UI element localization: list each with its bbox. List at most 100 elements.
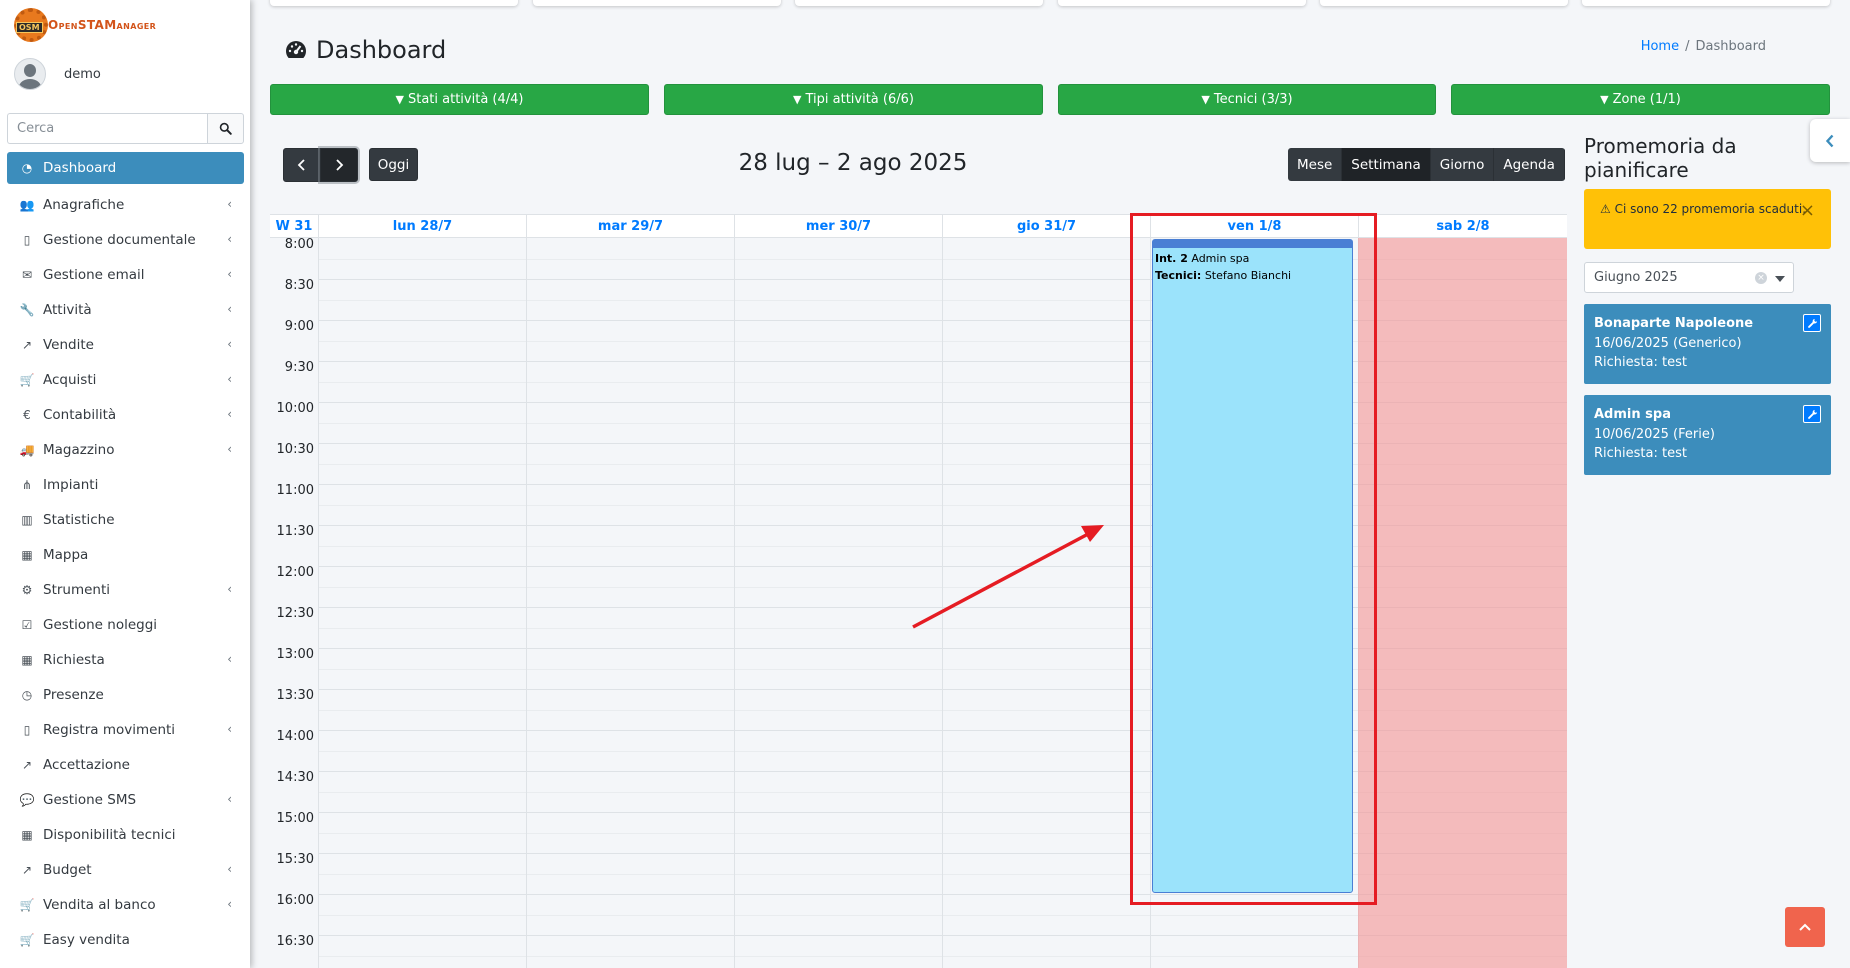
chevron-left-icon: ‹ bbox=[227, 302, 232, 316]
sidebar-item-label: Accettazione bbox=[43, 756, 130, 773]
sidebar-item-anagrafiche[interactable]: 👥 Anagrafiche ‹ bbox=[7, 187, 244, 222]
control-sidebar-toggle[interactable] bbox=[1810, 119, 1850, 162]
wrench-icon[interactable] bbox=[1803, 314, 1821, 332]
chevron-left-icon: ‹ bbox=[227, 232, 232, 246]
envelope-icon: ✉ bbox=[21, 267, 33, 282]
map-icon: ▦ bbox=[21, 547, 33, 562]
sidebar-item-label: Presenze bbox=[43, 686, 104, 703]
cart-icon: 🛒 bbox=[19, 897, 35, 912]
external-link-icon: ↗ bbox=[21, 757, 33, 772]
calendar-check-icon: ☑ bbox=[21, 617, 33, 632]
comment-icon: 💬 bbox=[19, 792, 35, 807]
reminder-card[interactable]: Admin spa 10/06/2025 (Ferie) Richiesta: … bbox=[1584, 395, 1831, 475]
sidebar-item-gestione-documentale[interactable]: ▯ Gestione documentale ‹ bbox=[7, 222, 244, 257]
sitemap-icon: ⋔ bbox=[21, 477, 33, 492]
sidebar-item-gestione-sms[interactable]: 💬 Gestione SMS ‹ bbox=[7, 782, 244, 817]
sidebar-item-accettazione[interactable]: ↗ Accettazione bbox=[7, 747, 244, 782]
sidebar-item-dashboard[interactable]: ◔ Dashboard bbox=[7, 152, 244, 184]
sidebar-item-budget[interactable]: ↗ Budget ‹ bbox=[7, 852, 244, 887]
reminders-title: Promemoria da pianificare bbox=[1584, 134, 1737, 182]
chevron-left-icon: ‹ bbox=[227, 267, 232, 281]
sidebar-item-strumenti[interactable]: ⚙ Strumenti ‹ bbox=[7, 572, 244, 607]
clock-icon: ◷ bbox=[21, 687, 33, 702]
sidebar-item-gestione-noleggi[interactable]: ☑ Gestione noleggi bbox=[7, 607, 244, 642]
sidebar-item-label: Gestione email bbox=[43, 266, 145, 283]
chevron-left-icon bbox=[1825, 134, 1834, 147]
month-select[interactable]: Giugno 2025 × bbox=[1584, 262, 1794, 293]
reminder-request: Richiesta: test bbox=[1594, 355, 1687, 370]
month-select-value: Giugno 2025 bbox=[1594, 270, 1678, 285]
file-icon: ▯ bbox=[23, 722, 31, 737]
sidebar-item-label: Disponibilità tecnici bbox=[43, 826, 176, 843]
sidebar-item-easy-vendita[interactable]: 🛒 Easy vendita bbox=[7, 922, 244, 957]
reminder-date: 16/06/2025 (Generico) bbox=[1594, 335, 1742, 351]
calendar-icon: ▦ bbox=[21, 652, 33, 667]
reminder-name: Admin spa bbox=[1594, 407, 1671, 422]
sidebar-item-label: Strumenti bbox=[43, 581, 111, 598]
bar-chart-icon: ▥ bbox=[21, 512, 33, 527]
alert-text: Ci sono 22 promemoria scaduti. bbox=[1614, 202, 1807, 216]
euro-icon: € bbox=[23, 407, 31, 422]
back-to-top-button[interactable] bbox=[1785, 907, 1825, 947]
chevron-left-icon: ‹ bbox=[227, 407, 232, 421]
logo-badge: OSM bbox=[16, 22, 43, 33]
user-panel[interactable]: demo bbox=[14, 58, 101, 90]
sidebar-item-vendite[interactable]: ↗ Vendite ‹ bbox=[7, 327, 244, 362]
sidebar-item-impianti[interactable]: ⋔ Impianti bbox=[7, 467, 244, 502]
chevron-left-icon: ‹ bbox=[227, 582, 232, 596]
chevron-down-icon bbox=[1775, 276, 1785, 282]
clear-icon[interactable]: × bbox=[1755, 272, 1767, 284]
avatar bbox=[14, 58, 46, 90]
calendar-icon: ▦ bbox=[21, 827, 33, 842]
sidebar-item-label: Vendite bbox=[43, 336, 94, 353]
sidebar-item-label: Gestione SMS bbox=[43, 791, 137, 808]
dashboard-icon: ◔ bbox=[21, 161, 33, 175]
sidebar-item-label: Easy vendita bbox=[43, 931, 130, 948]
sidebar: OSM OpenSTAManager demo ◔ Dashboard 👥 Anagr… bbox=[0, 0, 250, 968]
chevron-left-icon: ‹ bbox=[227, 862, 232, 876]
sidebar-item-label: Impianti bbox=[43, 476, 99, 493]
sidebar-item-gestione-email[interactable]: ✉ Gestione email ‹ bbox=[7, 257, 244, 292]
sidebar-item-magazzino[interactable]: 🚚 Magazzino ‹ bbox=[7, 432, 244, 467]
wrench-icon: 🔧 bbox=[19, 302, 35, 317]
sidebar-item-attivit-[interactable]: 🔧 Attività ‹ bbox=[7, 292, 244, 327]
reminder-card[interactable]: Bonaparte Napoleone 16/06/2025 (Generico… bbox=[1584, 304, 1831, 384]
chevron-left-icon: ‹ bbox=[227, 897, 232, 911]
sidebar-nav: ◔ Dashboard 👥 Anagrafiche ‹ ▯ Gestione documen… bbox=[7, 152, 244, 957]
reminder-request: Richiesta: test bbox=[1594, 446, 1687, 461]
sidebar-item-label: Vendita al banco bbox=[43, 896, 156, 913]
line-chart-icon: ↗ bbox=[21, 862, 33, 877]
sidebar-item-mappa[interactable]: ▦ Mappa bbox=[7, 537, 244, 572]
sidebar-item-presenze[interactable]: ◷ Presenze bbox=[7, 677, 244, 712]
chevron-left-icon: ‹ bbox=[227, 337, 232, 351]
wrench-icon[interactable] bbox=[1803, 405, 1821, 423]
search-icon bbox=[219, 122, 232, 135]
close-icon[interactable]: × bbox=[1800, 201, 1815, 221]
sidebar-item-registra-movimenti[interactable]: ▯ Registra movimenti ‹ bbox=[7, 712, 244, 747]
chevron-left-icon: ‹ bbox=[227, 792, 232, 806]
sidebar-search bbox=[7, 113, 244, 144]
truck-icon: 🚚 bbox=[19, 442, 35, 457]
sidebar-item-vendita-al-banco[interactable]: 🛒 Vendita al banco ‹ bbox=[7, 887, 244, 922]
cog-icon: ⚙ bbox=[21, 582, 33, 597]
sidebar-item-label: Budget bbox=[43, 861, 92, 878]
sidebar-item-disponibilit-tecnici[interactable]: ▦ Disponibilità tecnici bbox=[7, 817, 244, 852]
sidebar-item-statistiche[interactable]: ▥ Statistiche bbox=[7, 502, 244, 537]
chevron-left-icon: ‹ bbox=[227, 372, 232, 386]
sidebar-item-label: Anagrafiche bbox=[43, 196, 125, 213]
cart-icon: 🛒 bbox=[19, 372, 35, 387]
reminder-date: 10/06/2025 (Ferie) bbox=[1594, 426, 1715, 442]
sidebar-item-richiesta[interactable]: ▦ Richiesta ‹ bbox=[7, 642, 244, 677]
sidebar-item-label: Attività bbox=[43, 301, 92, 318]
chevron-left-icon: ‹ bbox=[227, 197, 232, 211]
reminder-name: Bonaparte Napoleone bbox=[1594, 316, 1754, 331]
sidebar-item-label: Mappa bbox=[43, 546, 89, 563]
app-logo[interactable]: OSM OpenSTAManager bbox=[14, 8, 156, 42]
sidebar-item-acquisti[interactable]: 🛒 Acquisti ‹ bbox=[7, 362, 244, 397]
search-input[interactable] bbox=[7, 113, 207, 144]
sidebar-item-label: Statistiche bbox=[43, 511, 115, 528]
users-icon: 👥 bbox=[19, 197, 35, 212]
sidebar-item-contabilit-[interactable]: € Contabilità ‹ bbox=[7, 397, 244, 432]
gear-logo-icon: OSM bbox=[14, 8, 48, 42]
search-button[interactable] bbox=[207, 113, 244, 144]
